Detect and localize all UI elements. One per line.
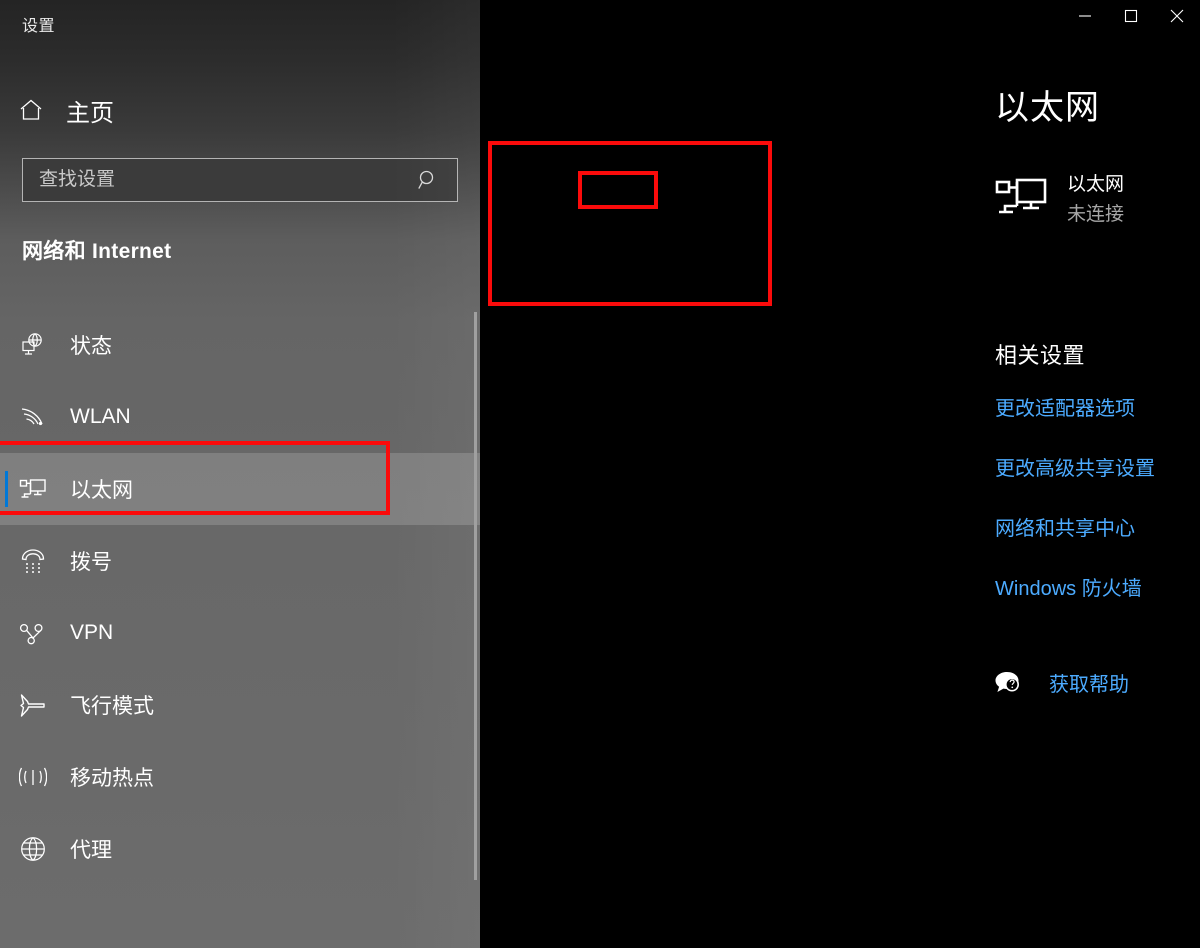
sidebar-item-vpn[interactable]: VPN	[0, 597, 480, 669]
sidebar-scrollbar[interactable]	[474, 312, 477, 880]
sidebar-item-wlan[interactable]: WLAN	[0, 381, 480, 453]
hotspot-icon	[18, 762, 48, 792]
sidebar-item-mobile-hotspot-label: 移动热点	[70, 767, 154, 790]
sidebar-item-dialup[interactable]: 拨号	[0, 525, 480, 597]
airplane-icon	[18, 690, 48, 720]
link-network-and-sharing-center[interactable]: 网络和共享中心	[995, 512, 1135, 541]
ethernet-icon	[18, 474, 48, 504]
link-windows-firewall[interactable]: Windows 防火墙	[995, 572, 1142, 601]
get-help-label: 获取帮助	[1049, 674, 1129, 696]
sidebar-item-home-label: 主页	[66, 99, 114, 127]
dialup-phone-icon	[18, 546, 48, 576]
search-icon[interactable]	[413, 169, 443, 191]
search-input[interactable]	[23, 169, 413, 191]
ethernet-icon	[995, 176, 1049, 220]
close-button[interactable]	[1154, 0, 1200, 32]
ethernet-adapter-status: 未连接	[1067, 204, 1125, 225]
link-change-adapter-options[interactable]: 更改适配器选项	[995, 392, 1135, 421]
sidebar-item-wlan-label: WLAN	[70, 405, 131, 428]
sidebar-item-home[interactable]: 主页	[18, 90, 114, 130]
maximize-button[interactable]	[1108, 0, 1154, 32]
ethernet-adapter-text: 以太网 未连接	[1067, 172, 1124, 230]
app-title: 设置	[22, 18, 56, 35]
selection-accent-bar	[5, 471, 8, 507]
search-box[interactable]	[22, 158, 458, 202]
home-icon	[18, 97, 44, 123]
main-panel: 以太网 以太网 未连接 相关设置 更改适配器选项 更改高级共享设置 网络和共享中…	[480, 0, 1200, 948]
ethernet-adapter-card[interactable]: 以太网 未连接	[995, 172, 1124, 230]
page-title: 以太网	[995, 89, 1100, 127]
sidebar-item-proxy[interactable]: 代理	[0, 813, 480, 885]
globe-icon	[18, 834, 48, 864]
sidebar-item-dialup-label: 拨号	[70, 551, 112, 574]
sidebar-item-mobile-hotspot[interactable]: 移动热点	[0, 741, 480, 813]
window-titlebar	[1062, 0, 1200, 32]
sidebar-item-ethernet-label: 以太网	[70, 479, 133, 502]
sidebar-item-airplane-mode-label: 飞行模式	[70, 695, 154, 718]
sidebar-item-airplane-mode[interactable]: 飞行模式	[0, 669, 480, 741]
sidebar-item-status[interactable]: 状态	[0, 309, 480, 381]
sidebar-item-vpn-label: VPN	[70, 621, 114, 644]
related-settings-heading: 相关设置	[995, 343, 1086, 368]
get-help-row[interactable]: 获取帮助	[993, 668, 1129, 697]
sidebar-item-proxy-label: 代理	[70, 839, 112, 862]
help-bubble-icon	[993, 670, 1023, 696]
ethernet-adapter-name: 以太网	[1067, 174, 1125, 195]
sidebar-item-status-label: 状态	[70, 335, 112, 358]
sidebar-category-title: 网络和 Internet	[22, 240, 172, 263]
globe-monitor-icon	[18, 330, 48, 360]
link-change-advanced-sharing[interactable]: 更改高级共享设置	[995, 452, 1155, 481]
sidebar-nav: 状态 WLAN 以太网 拨号 VPN 飞行模式 移动热点 代理	[0, 309, 480, 885]
minimize-button[interactable]	[1062, 0, 1108, 32]
wifi-icon	[18, 402, 48, 432]
vpn-key-icon	[18, 618, 48, 648]
settings-sidebar: 设置 主页 网络和 Internet	[0, 0, 480, 948]
sidebar-item-ethernet[interactable]: 以太网	[0, 453, 480, 525]
